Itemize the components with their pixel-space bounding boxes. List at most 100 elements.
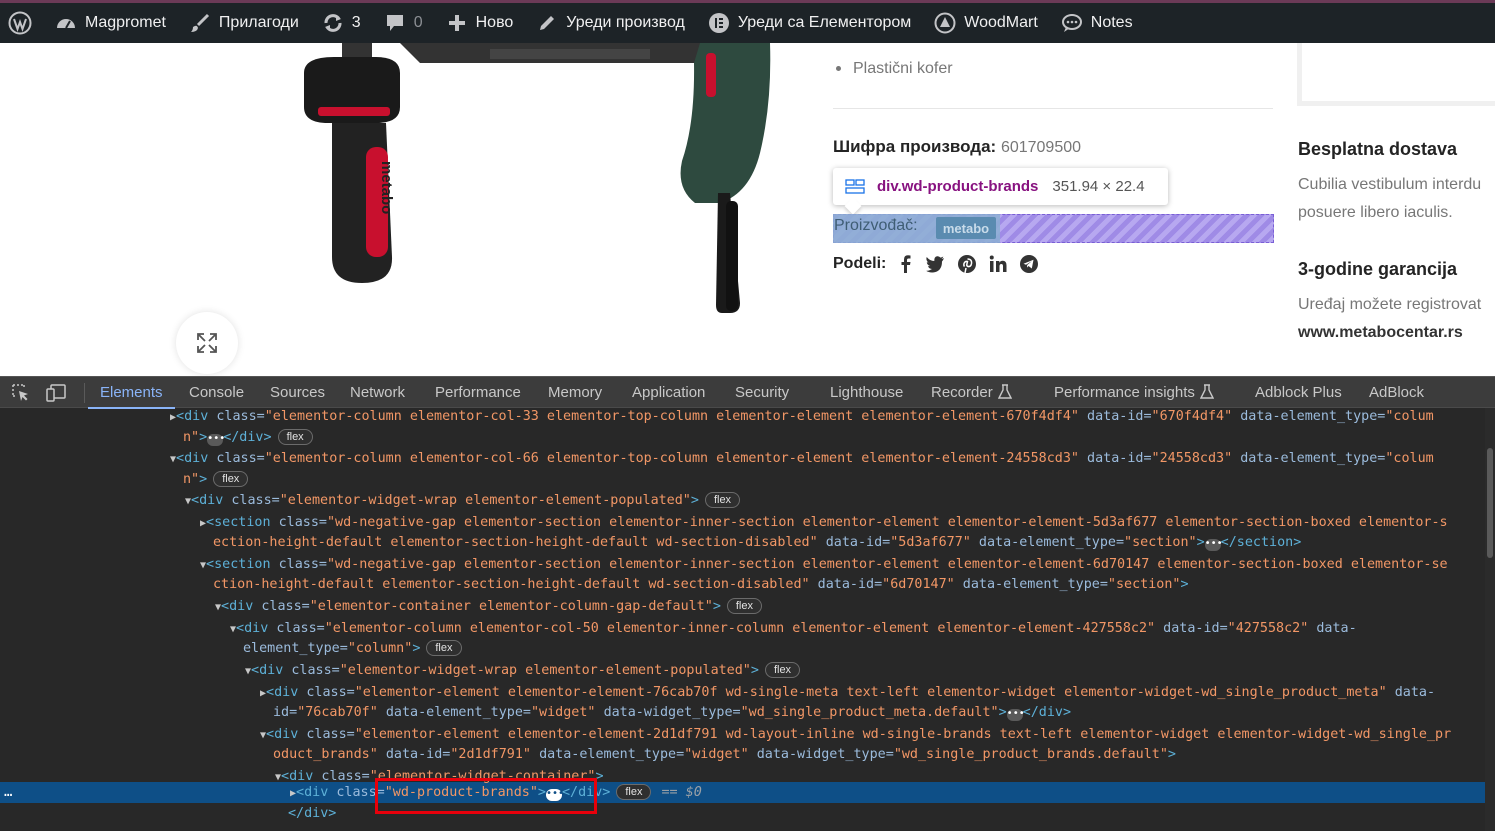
tab-adblock-plus[interactable]: Adblock Plus: [1255, 377, 1342, 408]
notes-label: Notes: [1090, 14, 1133, 31]
edit-elementor-label: Уреди са Елементором: [737, 14, 912, 31]
edit-product-link[interactable]: Уреди производ: [524, 3, 696, 43]
tab-security[interactable]: Security: [735, 377, 789, 408]
dom-node[interactable]: ▶<section class="wd-negative-gap element…: [200, 512, 1448, 533]
brand-logo[interactable]: metabo: [936, 217, 996, 239]
pencil-icon: [535, 11, 559, 35]
comments-link[interactable]: 0: [372, 3, 434, 43]
dom-node[interactable]: ▼<div class="elementor-element elementor…: [260, 724, 1451, 745]
annotation-red-box: [375, 778, 597, 814]
flask-icon: [1199, 384, 1214, 399]
dom-node-cont: element_type="column"> flex: [243, 638, 462, 659]
dom-node-cont: ction-height-default elementor-section-h…: [213, 577, 1189, 592]
warranty-title: 3-godine garancija: [1298, 259, 1458, 279]
shipping-text-2: posuere libero iaculis.: [1298, 204, 1453, 221]
dom-node-cont: n">•••</div> flex: [183, 427, 313, 448]
share-twitter[interactable]: [925, 255, 945, 273]
sku-label: Шифра производа:: [833, 137, 997, 156]
divider: [833, 108, 1273, 109]
screenshot-root: { "adminbar": { "site_name": "Magpromet"…: [0, 0, 1495, 831]
dom-node[interactable]: ▼<div class="elementor-widget-wrap eleme…: [245, 660, 801, 681]
tab-application[interactable]: Application: [632, 377, 705, 408]
sku-value: 601709500: [1000, 139, 1082, 156]
brand-label: Proizvođač:: [834, 217, 918, 234]
updates-link[interactable]: 3: [310, 3, 372, 43]
sku-meta: Шифра производа: 601709500: [833, 137, 1081, 157]
woodmart-menu[interactable]: WoodMart: [922, 3, 1049, 43]
product-page: metabo Plastični kofer Шифра производа: …: [0, 43, 1495, 376]
dom-node[interactable]: ▼<div class="elementor-container element…: [215, 596, 762, 617]
tab-recorder[interactable]: Recorder: [931, 377, 1012, 408]
tab-lighthouse[interactable]: Lighthouse: [830, 377, 903, 408]
tab-recorder-label: Recorder: [931, 383, 993, 401]
inspect-tooltip: div.wd-product-brands 351.94 × 22.4: [833, 168, 1168, 215]
pinterest-icon: [958, 255, 976, 274]
notes-chat-icon: [1060, 11, 1084, 35]
feature-text: Plastični kofer: [853, 60, 953, 77]
dom-node-cont: ection-height-default elementor-section-…: [213, 535, 1302, 551]
dom-node[interactable]: ▶<div class="elementor-element elementor…: [260, 682, 1435, 703]
share-linkedin[interactable]: [989, 255, 1007, 273]
row-options-ellipsis[interactable]: …: [4, 782, 12, 803]
plus-icon: [445, 11, 469, 35]
tooltip-selector: div.wd-product-brands: [877, 178, 1039, 195]
devtools-panel: Elements Console Sources Network Perform…: [0, 376, 1495, 831]
updates-icon: [321, 11, 345, 35]
handle-brand-text: metabo: [378, 161, 395, 214]
woodmart-icon: [933, 11, 957, 35]
wp-admin-bar: Magpromet Прилагоди 3 0 Ново Уреди произ…: [0, 0, 1495, 43]
dom-node[interactable]: ▼<div class="elementor-widget-wrap eleme…: [185, 490, 741, 511]
selected-node-suffix: == $0: [661, 785, 702, 800]
expand-icon: [197, 333, 217, 353]
tab-performance-insights-label: Performance insights: [1054, 383, 1195, 401]
brush-icon: [188, 11, 212, 35]
share-label: Podeli:: [833, 255, 887, 272]
tab-sources[interactable]: Sources: [270, 377, 325, 408]
tooltip-size: 351.94 × 22.4: [1052, 178, 1145, 195]
comments-count: 0: [413, 14, 423, 31]
gallery-expand-button[interactable]: [176, 312, 238, 374]
tab-network[interactable]: Network: [350, 377, 405, 408]
tab-console[interactable]: Console: [189, 377, 244, 408]
dom-node-cont: oduct_brands" data-id="2d1df791" data-el…: [273, 747, 1176, 762]
tab-memory[interactable]: Memory: [548, 377, 602, 408]
linkedin-icon: [989, 255, 1007, 272]
wp-logo-menu[interactable]: [0, 3, 43, 43]
dom-node[interactable]: ▼<div class="elementor-column elementor-…: [230, 618, 1357, 639]
updates-count: 3: [351, 14, 361, 31]
tab-performance[interactable]: Performance: [435, 377, 521, 408]
notes-menu[interactable]: Notes: [1049, 3, 1144, 43]
vertical-scrollbar[interactable]: [1485, 408, 1495, 831]
feature-list-item: Plastični kofer: [836, 60, 953, 78]
warranty-text-1: Uređaj možete registrovat: [1298, 296, 1482, 313]
share-facebook[interactable]: [897, 254, 915, 274]
telegram-icon: [1020, 255, 1038, 273]
tab-adblock[interactable]: AdBlock: [1369, 377, 1424, 408]
flask-icon: [997, 384, 1012, 399]
new-content-menu[interactable]: Ново: [434, 3, 525, 43]
woodmart-label: WoodMart: [964, 14, 1038, 31]
inspect-cursor-icon: [12, 384, 28, 401]
shipping-title: Besplatna dostava: [1298, 139, 1458, 159]
device-toggle-icon: [46, 384, 66, 402]
dom-node[interactable]: ▼<section class="wd-negative-gap element…: [200, 554, 1448, 575]
site-name-menu[interactable]: Magpromet: [43, 3, 177, 43]
edit-product-label: Уреди производ: [566, 14, 685, 31]
customize-link[interactable]: Прилагоди: [177, 3, 310, 43]
share-telegram[interactable]: [1019, 254, 1039, 274]
customize-label: Прилагоди: [218, 14, 299, 31]
site-name: Magpromet: [85, 14, 166, 31]
dom-node-cont: n"> flex: [183, 469, 249, 490]
warranty-link[interactable]: www.metabocentar.rs: [1298, 324, 1463, 342]
selected-node-row[interactable]: [0, 782, 1485, 803]
inspect-element-button[interactable]: [12, 384, 30, 402]
dom-node[interactable]: ▶<div class="elementor-column elementor-…: [170, 406, 1434, 427]
dom-node[interactable]: ▼<div class="elementor-column elementor-…: [170, 448, 1434, 469]
tab-performance-insights[interactable]: Performance insights: [1054, 377, 1214, 408]
product-image: metabo: [304, 43, 771, 313]
elements-tree: … ▶<div class="elementor-column elemento…: [0, 408, 1495, 831]
share-pinterest[interactable]: [957, 254, 977, 274]
tab-elements[interactable]: Elements: [88, 377, 174, 409]
device-toolbar-button[interactable]: [46, 384, 66, 402]
edit-elementor-link[interactable]: Уреди са Елементором: [696, 3, 922, 43]
